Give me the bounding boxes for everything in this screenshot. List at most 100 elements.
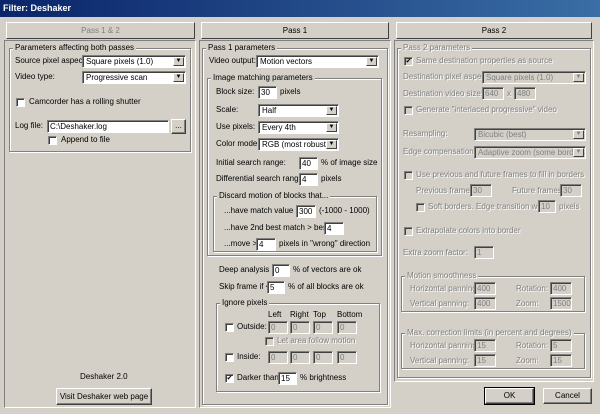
skip-frame-label: Skip frame if <: [219, 282, 271, 291]
limits-vpan-input[interactable]: 15: [474, 354, 496, 367]
use-pixels-label: Use pixels:: [216, 122, 256, 131]
col-left-label: Left: [268, 310, 282, 319]
dest-height-input[interactable]: 480: [514, 87, 536, 100]
initial-range-input[interactable]: 40: [299, 157, 318, 170]
limits-rotation-input[interactable]: 5: [550, 339, 572, 352]
outside-right-input[interactable]: 0: [290, 321, 310, 334]
source-pixel-aspect-select[interactable]: Square pixels (1.0) ▼: [82, 55, 186, 68]
use-frames-label: Use previous and future frames to fill i…: [416, 170, 585, 179]
smooth-hpan-input[interactable]: 400: [474, 282, 496, 295]
future-frames-label: Future frames:: [512, 186, 565, 195]
tab-pass-1[interactable]: Pass 1: [201, 22, 389, 39]
inside-bottom-input[interactable]: 0: [337, 351, 357, 364]
video-output-label: Video output:: [209, 56, 257, 65]
deep-analysis-input[interactable]: 0: [272, 264, 290, 277]
soft-borders-label: Soft borders. Edge transition width:: [428, 202, 553, 211]
scale-select[interactable]: Half ▼: [258, 104, 339, 117]
limits-zoom-input[interactable]: 15: [550, 354, 572, 367]
scale-label: Scale:: [216, 105, 239, 114]
inside-label: Inside:: [237, 352, 261, 361]
darker-than-checkbox[interactable]: ✔: [225, 374, 234, 383]
video-output-value: Motion vectors: [260, 57, 313, 66]
append-checkbox[interactable]: [48, 136, 57, 145]
video-output-select[interactable]: Motion vectors ▼: [256, 55, 379, 68]
initial-range-unit: % of image size: [321, 158, 378, 167]
skip-frame-unit: % of all blocks are ok: [288, 282, 364, 291]
log-file-input[interactable]: C:\Deshaker.log: [47, 120, 169, 133]
smooth-zoom-input[interactable]: 1500: [550, 297, 572, 310]
col-top-label: Top: [313, 310, 326, 319]
outside-left-input[interactable]: 0: [268, 321, 288, 334]
video-type-select[interactable]: Progressive scan ▼: [82, 71, 186, 84]
chevron-down-icon: ▼: [366, 57, 377, 66]
future-frames-input[interactable]: 30: [560, 184, 582, 197]
ignore-pixels-title: Ignore pixels: [220, 298, 270, 307]
diff-range-input[interactable]: 4: [299, 173, 318, 186]
use-pixels-select[interactable]: Every 4th ▼: [258, 121, 339, 134]
match-value-range: (-1000 - 1000): [319, 206, 370, 215]
interlaced-checkbox[interactable]: [404, 106, 413, 115]
limits-hpan-input[interactable]: 15: [474, 339, 496, 352]
outside-checkbox[interactable]: [225, 323, 234, 332]
limits-zoom-label: Zoom:: [516, 356, 539, 365]
version-label: Deshaker 2.0: [80, 372, 128, 381]
use-pixels-value: Every 4th: [262, 123, 296, 132]
darker-than-input[interactable]: 15: [278, 372, 297, 385]
block-size-unit: pixels: [280, 87, 301, 96]
extra-zoom-input[interactable]: 1: [474, 246, 494, 259]
skip-frame-input[interactable]: 5: [267, 281, 285, 294]
source-pixel-aspect-value: Square pixels (1.0): [86, 57, 154, 66]
append-label: Append to file: [61, 135, 110, 144]
outside-bottom-input[interactable]: 0: [337, 321, 357, 334]
second-best-input[interactable]: 4: [324, 222, 344, 235]
resampling-select[interactable]: Bicubic (best) ▼: [474, 128, 586, 141]
soft-borders-checkbox[interactable]: [416, 203, 425, 212]
match-value-input[interactable]: 300: [296, 205, 316, 218]
inside-top-input[interactable]: 0: [313, 351, 333, 364]
col-bottom-label: Bottom: [337, 310, 363, 319]
chevron-down-icon: ▼: [173, 57, 184, 66]
ok-button[interactable]: OK: [484, 387, 535, 405]
same-destination-label: Same destination properties as source: [416, 56, 553, 65]
follow-motion-checkbox[interactable]: [265, 337, 274, 346]
block-size-input[interactable]: 30: [258, 86, 277, 99]
move-unit: pixels in "wrong" direction: [279, 239, 371, 248]
initial-range-label: Initial search range:: [216, 158, 286, 167]
same-destination-checkbox[interactable]: ✔: [404, 57, 413, 66]
tab-pass-2[interactable]: Pass 2: [396, 22, 592, 39]
rolling-shutter-checkbox[interactable]: [16, 98, 25, 107]
inside-checkbox[interactable]: [225, 353, 234, 362]
smooth-rotation-input[interactable]: 400: [550, 282, 572, 295]
outside-top-input[interactable]: 0: [313, 321, 333, 334]
prev-frames-input[interactable]: 30: [470, 184, 492, 197]
follow-motion-label: Let area follow motion: [277, 336, 356, 345]
edge-comp-select[interactable]: Adaptive zoom (some borders) ▼: [474, 146, 586, 159]
pass2-group-title: Pass 2 parameters: [401, 43, 473, 52]
cancel-button[interactable]: Cancel: [543, 388, 592, 404]
darker-than-unit: % brightness: [300, 373, 347, 382]
move-input[interactable]: 4: [256, 238, 276, 251]
discard-title: Discard motion of blocks that...: [217, 191, 331, 200]
tab-pass-1-2[interactable]: Pass 1 & 2: [6, 22, 195, 39]
smooth-vpan-input[interactable]: 400: [474, 297, 496, 310]
dest-width-input[interactable]: 640: [482, 87, 504, 100]
dest-aspect-select[interactable]: Square pixels (1.0) ▼: [482, 71, 586, 84]
extrapolate-label: Extrapolate colors into border: [416, 226, 521, 235]
block-size-label: Block size:: [216, 87, 255, 96]
soft-borders-input[interactable]: 10: [538, 200, 556, 213]
inside-left-input[interactable]: 0: [268, 351, 288, 364]
dest-aspect-value: Square pixels (1.0): [486, 73, 554, 82]
prev-frames-label: Previous frames:: [416, 186, 477, 195]
scale-value: Half: [262, 106, 277, 115]
darker-than-label: Darker than: [237, 373, 279, 382]
smooth-rotation-label: Rotation:: [516, 284, 549, 293]
chevron-down-icon: ▼: [173, 73, 184, 82]
browse-button[interactable]: ...: [171, 119, 186, 134]
visit-web-page-button[interactable]: Visit Deshaker web page: [56, 388, 152, 405]
use-frames-checkbox[interactable]: [404, 171, 413, 180]
extrapolate-checkbox[interactable]: [404, 227, 413, 236]
motion-smoothness-title: Motion smoothness: [405, 271, 479, 280]
inside-right-input[interactable]: 0: [290, 351, 310, 364]
color-mode-select[interactable]: RGB (most robust) ▼: [258, 138, 339, 151]
col-right-label: Right: [290, 310, 309, 319]
